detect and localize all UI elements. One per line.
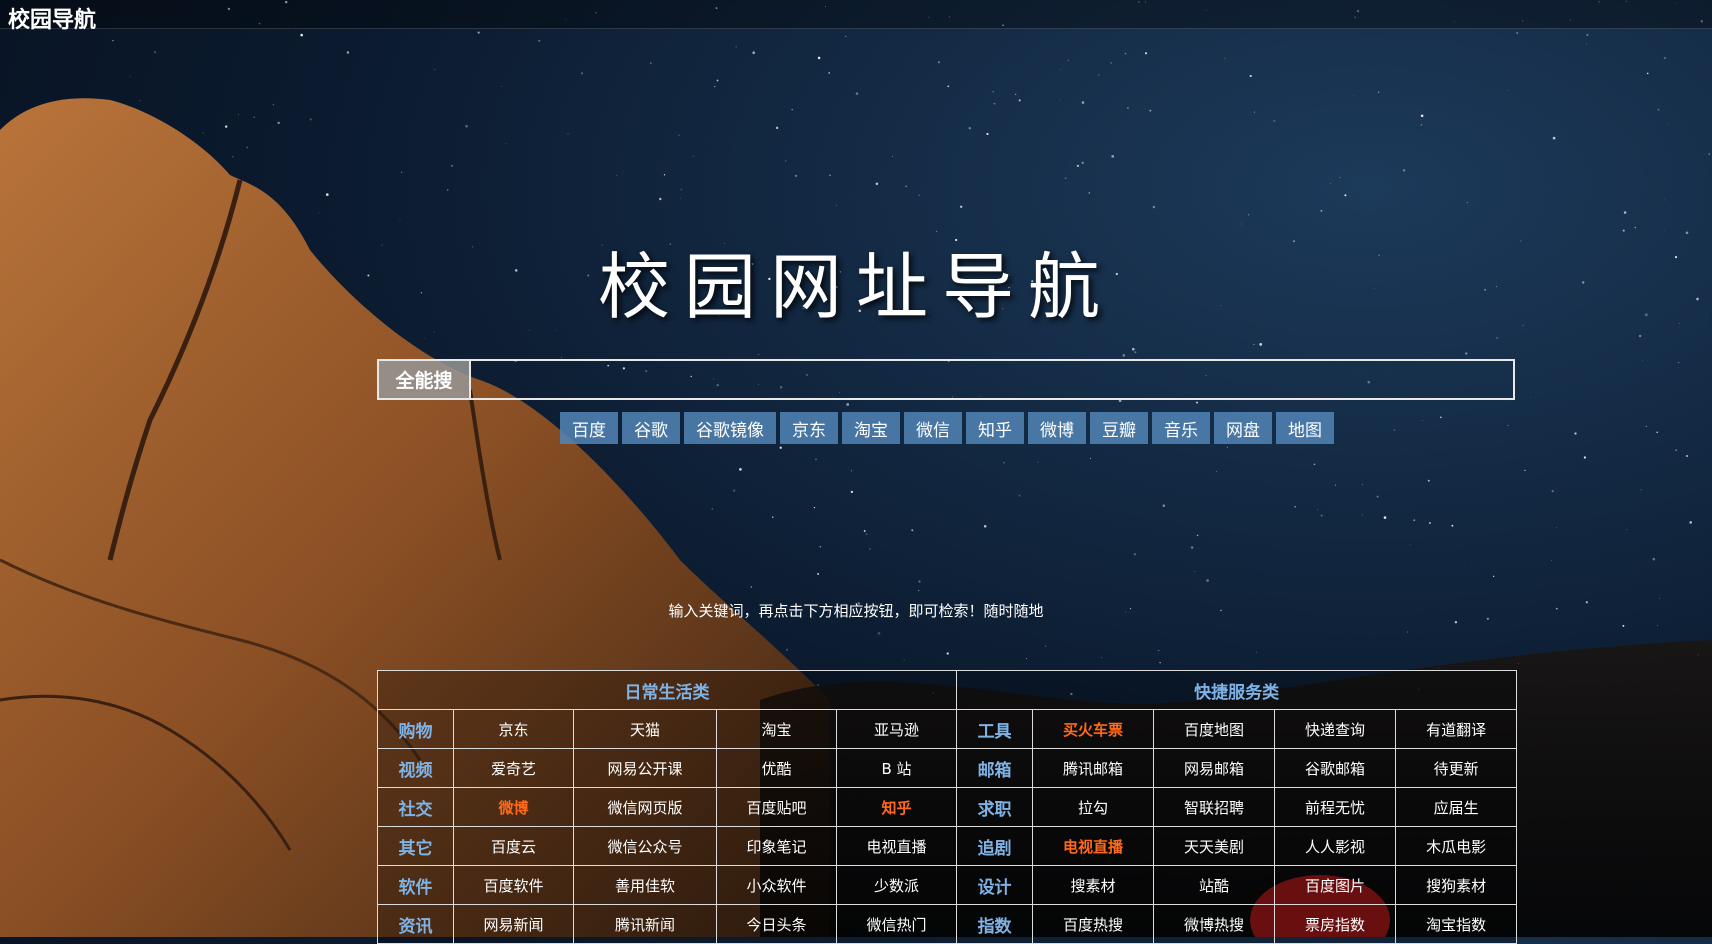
directory-link[interactable]: 百度地图 <box>1153 709 1276 749</box>
category-label: 邮箱 <box>956 748 1034 788</box>
category-label: 设计 <box>956 865 1034 905</box>
engine-button[interactable]: 谷歌镜像 <box>684 412 776 444</box>
directory-link[interactable]: 京东 <box>453 709 574 749</box>
engine-button[interactable]: 京东 <box>780 412 838 444</box>
category-label: 软件 <box>377 865 454 905</box>
search-input[interactable] <box>471 361 1513 398</box>
directory-link[interactable]: 有道翻译 <box>1395 709 1518 749</box>
table-header-row: 日常生活类 快捷服务类 <box>376 670 1518 710</box>
table-row: 其它 百度云 微信公众号 印象笔记 电视直播 追剧 电视直播 天天美剧 人人影视 木瓜电影 <box>377 826 1518 866</box>
directory-link[interactable]: 前程无忧 <box>1274 787 1397 827</box>
top-bar: 校园导航 <box>0 0 1712 33</box>
table-row: 购物 京东 天猫 淘宝 亚马逊 工具 买火车票 百度地图 快递查询 有道翻译 <box>377 709 1518 749</box>
directory-link[interactable]: 印象笔记 <box>716 826 837 866</box>
category-label: 指数 <box>956 904 1034 944</box>
section-title-daily: 日常生活类 <box>376 670 958 710</box>
brand-logo[interactable]: 校园导航 <box>8 2 96 34</box>
directory-link[interactable]: 小众软件 <box>716 865 837 905</box>
directory-link[interactable]: 优酷 <box>716 748 837 788</box>
directory-link[interactable]: 百度热搜 <box>1032 904 1155 944</box>
directory-link[interactable]: 电视直播 <box>1032 826 1155 866</box>
category-label: 社交 <box>377 787 454 827</box>
directory-link[interactable]: 腾讯新闻 <box>573 904 717 944</box>
directory-link[interactable]: 天猫 <box>573 709 717 749</box>
directory-link[interactable]: 今日头条 <box>716 904 837 944</box>
directory-link[interactable]: 网易邮箱 <box>1153 748 1276 788</box>
category-label: 其它 <box>377 826 454 866</box>
engine-button[interactable]: 淘宝 <box>842 412 900 444</box>
directory-link[interactable]: 百度软件 <box>453 865 574 905</box>
directory-link[interactable]: 知乎 <box>835 787 958 827</box>
directory-link[interactable]: 少数派 <box>835 865 958 905</box>
directory-link[interactable]: 微博 <box>453 787 574 827</box>
directory-link[interactable]: 亚马逊 <box>835 709 958 749</box>
directory-link[interactable]: 淘宝指数 <box>1395 904 1518 944</box>
directory-link[interactable]: 快递查询 <box>1274 709 1397 749</box>
engine-button[interactable]: 微信 <box>904 412 962 444</box>
category-label: 购物 <box>377 709 454 749</box>
directory-link[interactable]: 微信网页版 <box>573 787 717 827</box>
category-label: 视频 <box>377 748 454 788</box>
directory-link[interactable]: 人人影视 <box>1274 826 1397 866</box>
directory-link[interactable]: 搜素材 <box>1032 865 1155 905</box>
search-hint: 输入关键词，再点击下方相应按钮，即可检索！随时随地 <box>668 602 1044 620</box>
directory-link[interactable]: 百度贴吧 <box>716 787 837 827</box>
directory-link[interactable]: 搜狗素材 <box>1395 865 1518 905</box>
directory-link[interactable]: 拉勾 <box>1032 787 1155 827</box>
directory-link[interactable]: 应届生 <box>1395 787 1518 827</box>
directory-link[interactable]: 票房指数 <box>1274 904 1397 944</box>
engine-button[interactable]: 音乐 <box>1152 412 1210 444</box>
directory-link[interactable]: 淘宝 <box>716 709 837 749</box>
category-label: 工具 <box>956 709 1034 749</box>
directory-link[interactable]: 腾讯邮箱 <box>1032 748 1155 788</box>
directory-link[interactable]: B 站 <box>835 748 958 788</box>
directory-link[interactable]: 网易公开课 <box>573 748 717 788</box>
directory-link[interactable]: 网易新闻 <box>453 904 574 944</box>
directory-link[interactable]: 微博热搜 <box>1153 904 1276 944</box>
engine-button[interactable]: 百度 <box>560 412 618 444</box>
search-bar: 全能搜 <box>377 359 1515 400</box>
directory-link[interactable]: 微信热门 <box>835 904 958 944</box>
category-label: 求职 <box>956 787 1034 827</box>
link-directory-table: 日常生活类 快捷服务类 购物 京东 天猫 淘宝 亚马逊 工具 买火车票 百度地图 快递查询 有道翻… <box>376 670 1518 944</box>
directory-link[interactable]: 电视直播 <box>835 826 958 866</box>
directory-link[interactable]: 善用佳软 <box>573 865 717 905</box>
engine-button[interactable]: 地图 <box>1276 412 1334 444</box>
engine-button[interactable]: 微博 <box>1028 412 1086 444</box>
engine-button[interactable]: 豆瓣 <box>1090 412 1148 444</box>
search-engine-buttons: 百度 谷歌 谷歌镜像 京东 淘宝 微信 知乎 微博 豆瓣 音乐 网盘 地图 <box>560 412 1334 444</box>
directory-link[interactable]: 木瓜电影 <box>1395 826 1518 866</box>
engine-button[interactable]: 谷歌 <box>622 412 680 444</box>
table-row: 资讯 网易新闻 腾讯新闻 今日头条 微信热门 指数 百度热搜 微博热搜 票房指数 淘宝指数 <box>377 904 1518 944</box>
page-title: 校园网址导航 <box>597 245 1114 329</box>
directory-link[interactable]: 百度图片 <box>1274 865 1397 905</box>
section-title-services: 快捷服务类 <box>956 670 1518 710</box>
directory-link[interactable]: 爱奇艺 <box>453 748 574 788</box>
category-label: 资讯 <box>377 904 454 944</box>
table-row: 软件 百度软件 善用佳软 小众软件 少数派 设计 搜素材 站酷 百度图片 搜狗素材 <box>377 865 1518 905</box>
table-row: 视频 爱奇艺 网易公开课 优酷 B 站邮箱 腾讯邮箱 网易邮箱 谷歌邮箱 待更新 <box>377 748 1518 788</box>
directory-link[interactable]: 微信公众号 <box>573 826 717 866</box>
directory-link[interactable]: 买火车票 <box>1032 709 1155 749</box>
engine-button[interactable]: 网盘 <box>1214 412 1272 444</box>
directory-link[interactable]: 智联招聘 <box>1153 787 1276 827</box>
directory-link[interactable]: 待更新 <box>1395 748 1518 788</box>
directory-link[interactable]: 站酷 <box>1153 865 1276 905</box>
category-label: 追剧 <box>956 826 1034 866</box>
engine-button[interactable]: 知乎 <box>966 412 1024 444</box>
directory-link[interactable]: 百度云 <box>453 826 574 866</box>
table-row: 社交 微博 微信网页版 百度贴吧 知乎 求职 拉勾 智联招聘 前程无忧 应届生 <box>377 787 1518 827</box>
search-label: 全能搜 <box>379 361 471 398</box>
directory-link[interactable]: 谷歌邮箱 <box>1274 748 1397 788</box>
directory-link[interactable]: 天天美剧 <box>1153 826 1276 866</box>
